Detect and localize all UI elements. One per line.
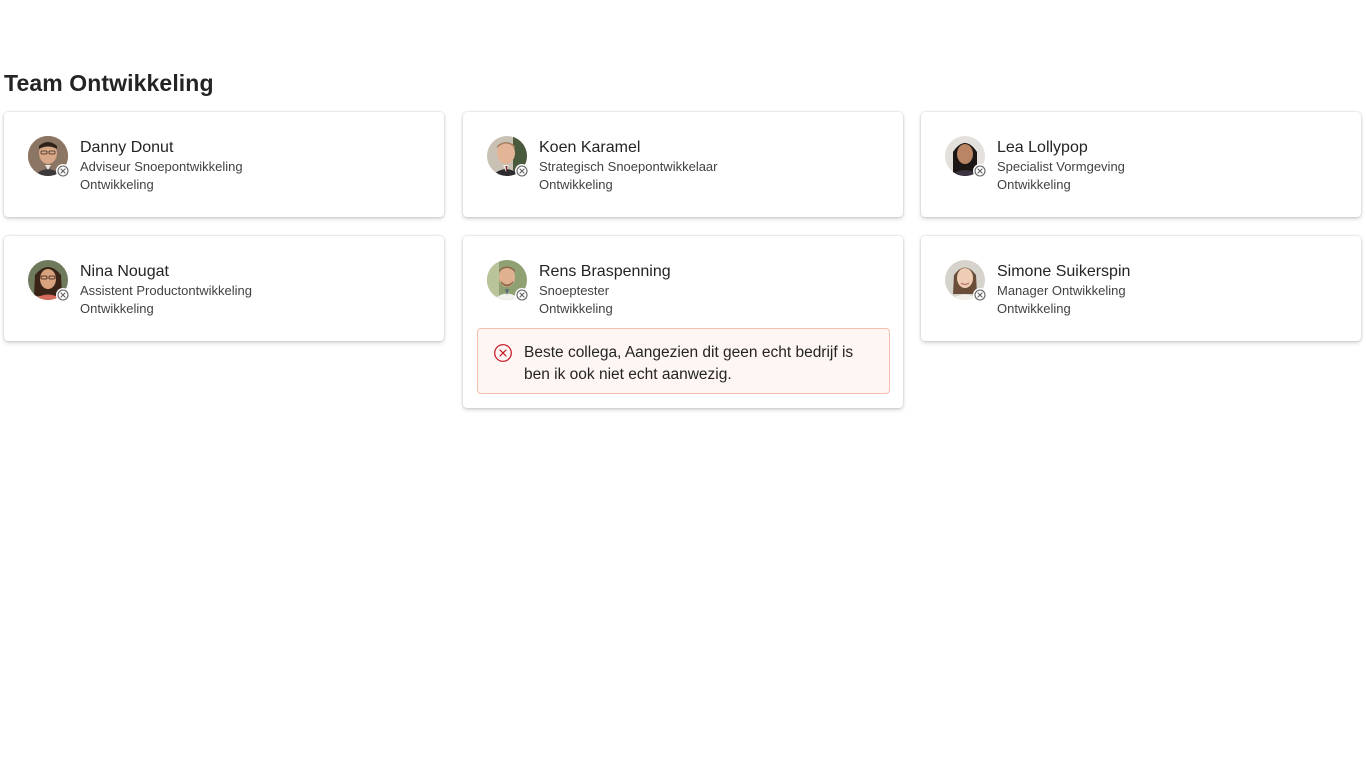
avatar[interactable]: [487, 136, 529, 178]
presence-offline-icon: [56, 288, 70, 302]
team-page: Team Ontwikkeling Danny Donut Adviseur S…: [0, 0, 1366, 768]
member-role: Assistent Productontwikkeling: [80, 283, 252, 298]
member-department: Ontwikkeling: [80, 177, 154, 192]
member-role: Strategisch Snoepontwikkelaar: [539, 159, 718, 174]
team-title: Team Ontwikkeling: [4, 70, 214, 96]
member-role: Specialist Vormgeving: [997, 159, 1125, 174]
presence-offline-icon: [56, 164, 70, 178]
presence-offline-icon: [515, 288, 529, 302]
member-info: Danny Donut Adviseur Snoepontwikkeling O…: [80, 138, 243, 194]
member-role: Adviseur Snoepontwikkeling: [80, 159, 243, 174]
member-card[interactable]: Nina Nougat Assistent Productontwikkelin…: [4, 236, 444, 341]
member-name[interactable]: Koen Karamel: [539, 138, 718, 158]
member-name[interactable]: Lea Lollypop: [997, 138, 1125, 158]
member-name[interactable]: Simone Suikerspin: [997, 262, 1130, 282]
avatar[interactable]: [28, 136, 70, 178]
member-info: Lea Lollypop Specialist Vormgeving Ontwi…: [997, 138, 1125, 194]
member-card[interactable]: Lea Lollypop Specialist Vormgeving Ontwi…: [921, 112, 1361, 217]
member-department: Ontwikkeling: [539, 177, 613, 192]
member-department: Ontwikkeling: [997, 301, 1071, 316]
status-message: Beste collega, Aangezien dit geen echt b…: [477, 328, 890, 394]
presence-offline-icon: [973, 288, 987, 302]
presence-offline-icon: [973, 164, 987, 178]
member-card[interactable]: Koen Karamel Strategisch Snoepontwikkela…: [463, 112, 903, 217]
member-card[interactable]: Rens Braspenning Snoeptester Ontwikkelin…: [463, 236, 903, 408]
member-name[interactable]: Nina Nougat: [80, 262, 252, 282]
avatar[interactable]: [487, 260, 529, 302]
member-name[interactable]: Danny Donut: [80, 138, 243, 158]
status-message-text: Beste collega, Aangezien dit geen echt b…: [524, 344, 854, 383]
member-card[interactable]: Danny Donut Adviseur Snoepontwikkeling O…: [4, 112, 444, 217]
member-role: Manager Ontwikkeling: [997, 283, 1126, 298]
avatar[interactable]: [945, 260, 987, 302]
presence-offline-icon: [515, 164, 529, 178]
member-card[interactable]: Simone Suikerspin Manager Ontwikkeling O…: [921, 236, 1361, 341]
avatar[interactable]: [28, 260, 70, 302]
dismiss-circle-icon: [494, 344, 512, 362]
member-department: Ontwikkeling: [539, 301, 613, 316]
member-info: Rens Braspenning Snoeptester Ontwikkelin…: [539, 262, 671, 318]
member-info: Nina Nougat Assistent Productontwikkelin…: [80, 262, 252, 318]
member-name[interactable]: Rens Braspenning: [539, 262, 671, 282]
member-info: Simone Suikerspin Manager Ontwikkeling O…: [997, 262, 1130, 318]
member-role: Snoeptester: [539, 283, 610, 298]
member-department: Ontwikkeling: [997, 177, 1071, 192]
avatar[interactable]: [945, 136, 987, 178]
member-info: Koen Karamel Strategisch Snoepontwikkela…: [539, 138, 718, 194]
member-department: Ontwikkeling: [80, 301, 154, 316]
